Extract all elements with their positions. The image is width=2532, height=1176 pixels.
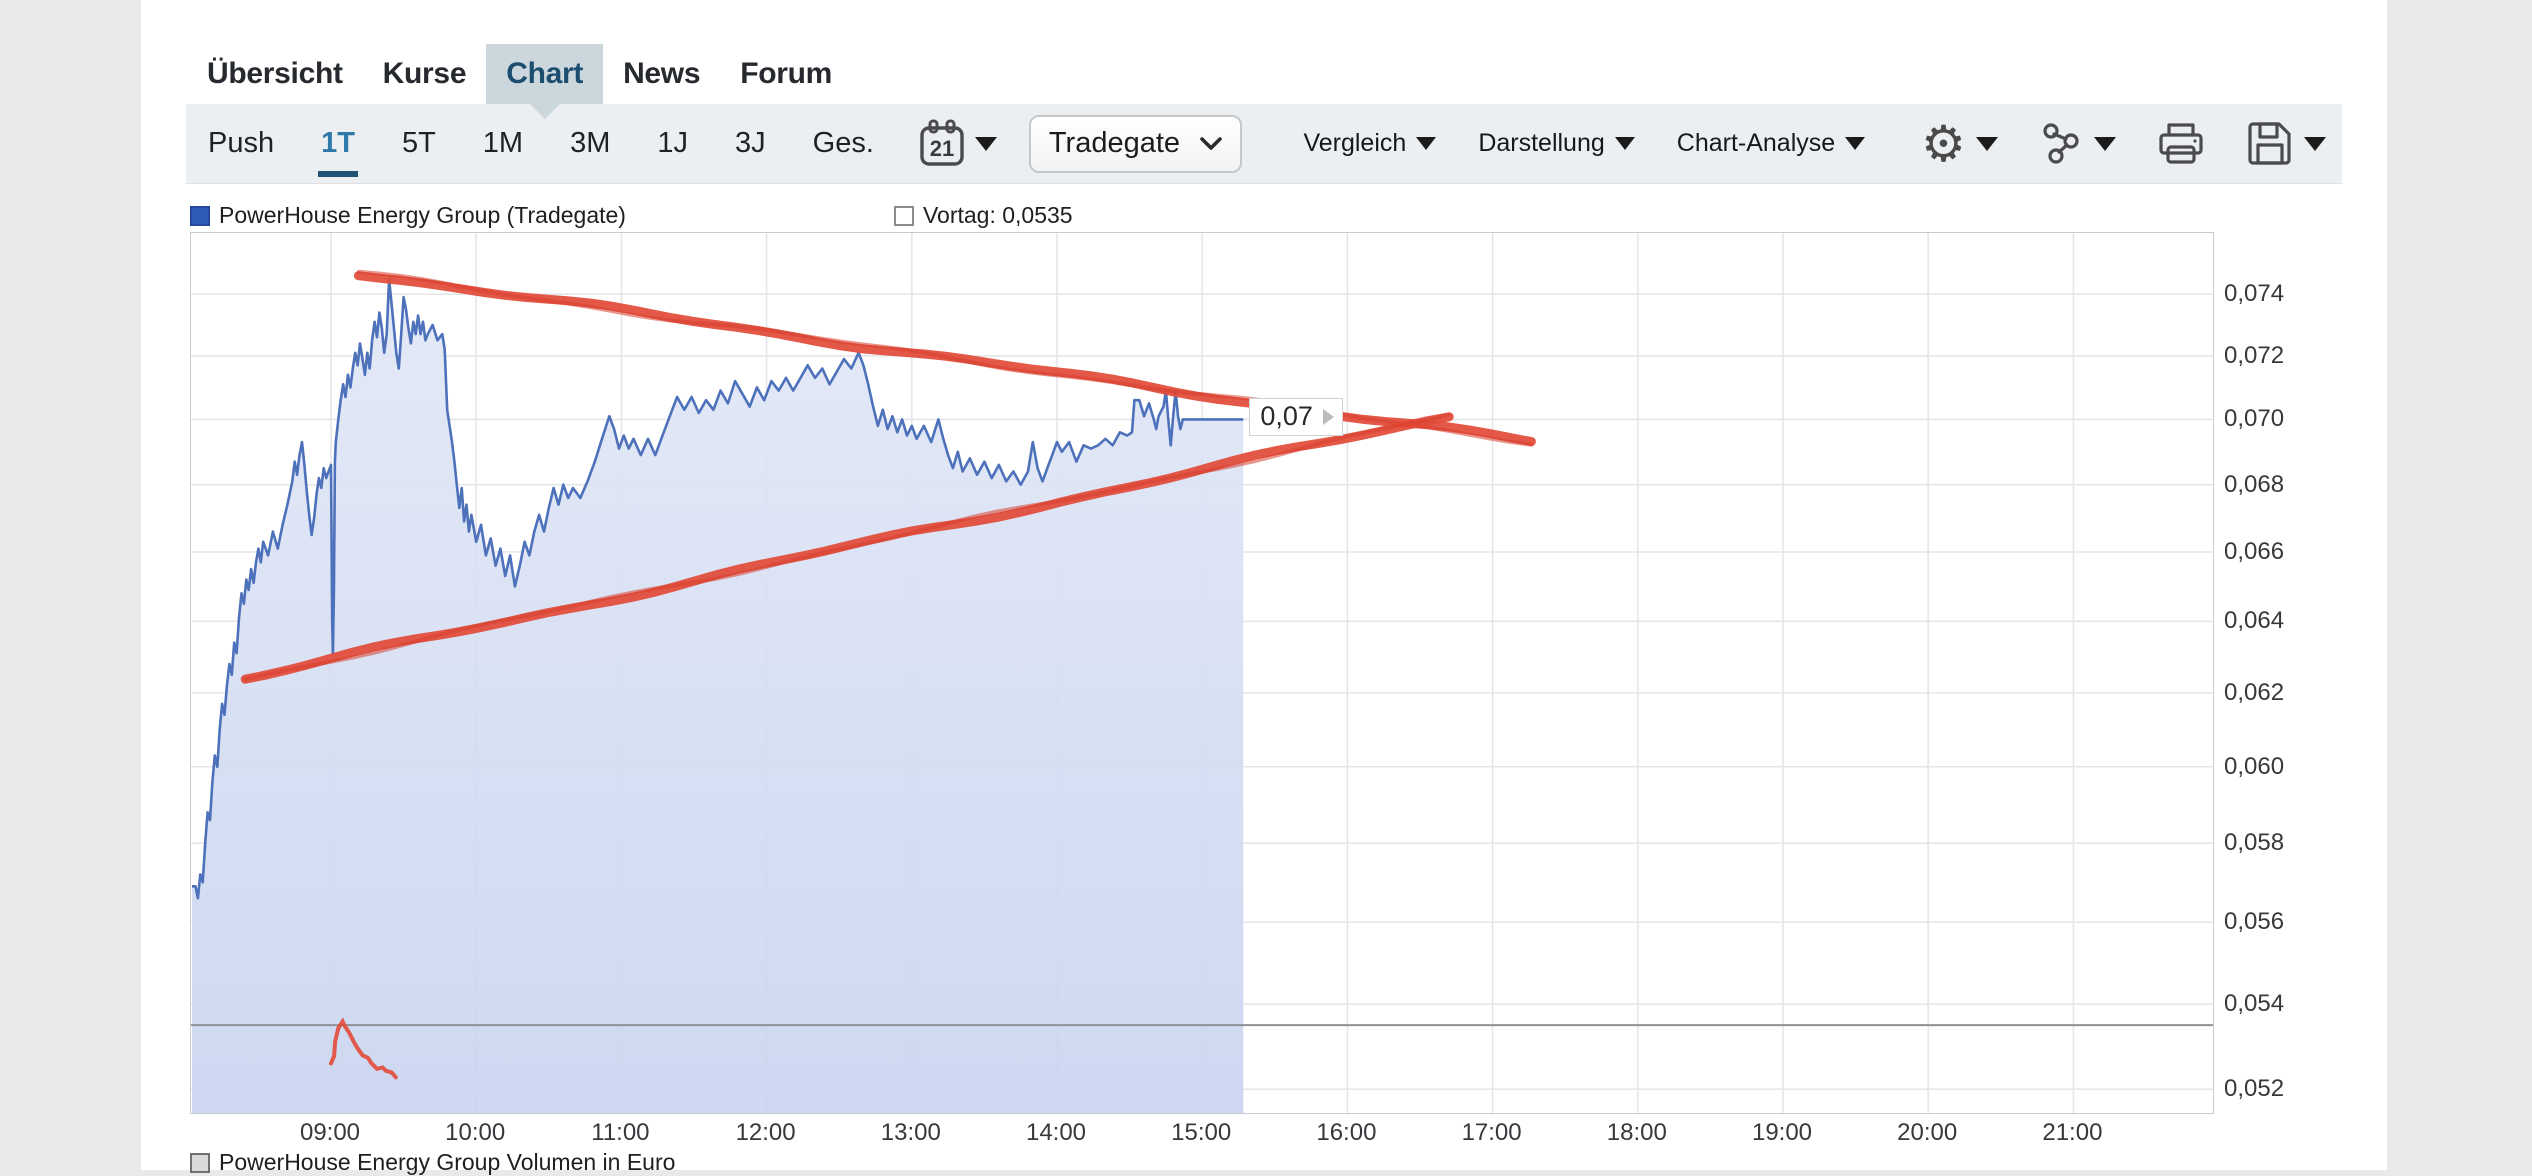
y-tick-label: 0,060 xyxy=(2224,753,2284,781)
primary-tabs: Übersicht Kurse Chart News Forum xyxy=(187,44,852,104)
x-tick-label: 18:00 xyxy=(1582,1119,1692,1147)
tab-chart-label: Chart xyxy=(506,57,583,90)
share-button[interactable] xyxy=(2038,121,2116,167)
range-1m[interactable]: 1M xyxy=(483,127,523,160)
range-buttons: Push 1T 5T 1M 3M 1J 3J Ges. xyxy=(208,127,874,160)
last-price-marker: 0,07 xyxy=(1249,398,1343,436)
save-button[interactable] xyxy=(2246,120,2326,168)
tab-kurse[interactable]: Kurse xyxy=(363,44,487,104)
tab-uebersicht[interactable]: Übersicht xyxy=(187,44,363,104)
y-tick-label: 0,072 xyxy=(2224,342,2284,370)
y-tick-label: 0,074 xyxy=(2224,280,2284,308)
y-tick-label: 0,068 xyxy=(2224,471,2284,499)
caret-down-icon xyxy=(1416,137,1436,150)
y-tick-label: 0,070 xyxy=(2224,405,2284,433)
exchange-select[interactable]: Tradegate xyxy=(1029,115,1242,173)
x-tick-label: 14:00 xyxy=(1001,1119,1111,1147)
x-tick-label: 12:00 xyxy=(711,1119,821,1147)
calendar-caret-icon xyxy=(975,137,997,151)
x-tick-label: 19:00 xyxy=(1727,1119,1837,1147)
y-tick-label: 0,066 xyxy=(2224,538,2284,566)
x-tick-label: 16:00 xyxy=(1291,1119,1401,1147)
menu-chart-analyse-label: Chart-Analyse xyxy=(1677,129,1835,158)
screenshot-root: { "nav": { "tabs": [ {"label": "Übersich… xyxy=(0,0,2532,1170)
chart-toolbar: Push 1T 5T 1M 3M 1J 3J Ges. 21 Tradegate xyxy=(186,104,2342,184)
volume-legend: PowerHouse Energy Group Volumen in Euro xyxy=(190,1149,675,1176)
share-nodes-icon xyxy=(2038,121,2084,167)
y-tick-label: 0,052 xyxy=(2224,1075,2284,1103)
series-color-swatch xyxy=(190,206,210,226)
range-ges[interactable]: Ges. xyxy=(813,127,874,160)
vortag-checkbox[interactable] xyxy=(894,206,914,226)
svg-text:21: 21 xyxy=(930,136,954,161)
range-5t[interactable]: 5T xyxy=(402,127,436,160)
menu-darstellung[interactable]: Darstellung xyxy=(1478,129,1634,158)
caret-down-icon xyxy=(2304,137,2326,151)
x-tick-label: 20:00 xyxy=(1872,1119,1982,1147)
range-3m[interactable]: 3M xyxy=(570,127,610,160)
tab-chart[interactable]: Chart xyxy=(486,44,603,104)
x-tick-label: 09:00 xyxy=(275,1119,385,1147)
x-tick-label: 17:00 xyxy=(1437,1119,1547,1147)
menu-vergleich-label: Vergleich xyxy=(1303,129,1406,158)
volume-legend-label: PowerHouse Energy Group Volumen in Euro xyxy=(219,1149,675,1176)
range-1t[interactable]: 1T xyxy=(321,127,355,160)
caret-down-icon xyxy=(1615,137,1635,150)
toolbar-menus: Vergleich Darstellung Chart-Analyse ⚙ xyxy=(1261,119,2342,169)
vortag-legend-label: Vortag: 0,0535 xyxy=(923,202,1073,229)
exchange-select-value: Tradegate xyxy=(1049,127,1180,160)
y-tick-label: 0,056 xyxy=(2224,908,2284,936)
y-tick-label: 0,054 xyxy=(2224,990,2284,1018)
range-1j[interactable]: 1J xyxy=(657,127,688,160)
tab-news[interactable]: News xyxy=(603,44,720,104)
chart-legend: PowerHouse Energy Group (Tradegate) Vort… xyxy=(190,202,1073,229)
range-3j[interactable]: 3J xyxy=(735,127,766,160)
x-tick-label: 10:00 xyxy=(420,1119,530,1147)
caret-down-icon xyxy=(1845,137,1865,150)
x-tick-label: 11:00 xyxy=(565,1119,675,1147)
active-tab-notch xyxy=(530,104,560,119)
printer-icon xyxy=(2156,121,2206,167)
marker-arrow-icon xyxy=(1323,409,1334,425)
x-tick-label: 15:00 xyxy=(1146,1119,1256,1147)
y-tick-label: 0,058 xyxy=(2224,829,2284,857)
menu-vergleich[interactable]: Vergleich xyxy=(1303,129,1436,158)
series-legend-label: PowerHouse Energy Group (Tradegate) xyxy=(219,202,626,229)
page-content: Übersicht Kurse Chart News Forum Push 1T… xyxy=(141,0,2387,1170)
price-chart-plot[interactable]: 0,07 xyxy=(190,232,2214,1114)
caret-down-icon xyxy=(2094,137,2116,151)
price-chart-svg xyxy=(191,233,2213,1113)
range-push[interactable]: Push xyxy=(208,127,274,160)
menu-darstellung-label: Darstellung xyxy=(1478,129,1604,158)
x-tick-label: 13:00 xyxy=(856,1119,966,1147)
caret-down-icon xyxy=(1976,137,1998,151)
chevron-down-icon xyxy=(1200,137,1222,151)
print-button[interactable] xyxy=(2156,121,2206,167)
menu-chart-analyse[interactable]: Chart-Analyse xyxy=(1677,129,1865,158)
gear-icon: ⚙ xyxy=(1921,119,1966,169)
save-floppy-icon xyxy=(2246,120,2294,168)
x-tick-label: 21:00 xyxy=(2017,1119,2127,1147)
y-tick-label: 0,064 xyxy=(2224,607,2284,635)
tab-forum[interactable]: Forum xyxy=(720,44,852,104)
calendar-icon: 21 xyxy=(918,119,966,169)
last-price-label: 0,07 xyxy=(1260,401,1313,432)
y-tick-label: 0,062 xyxy=(2224,679,2284,707)
settings-button[interactable]: ⚙ xyxy=(1921,119,1998,169)
calendar-range-button[interactable]: 21 xyxy=(918,119,997,169)
